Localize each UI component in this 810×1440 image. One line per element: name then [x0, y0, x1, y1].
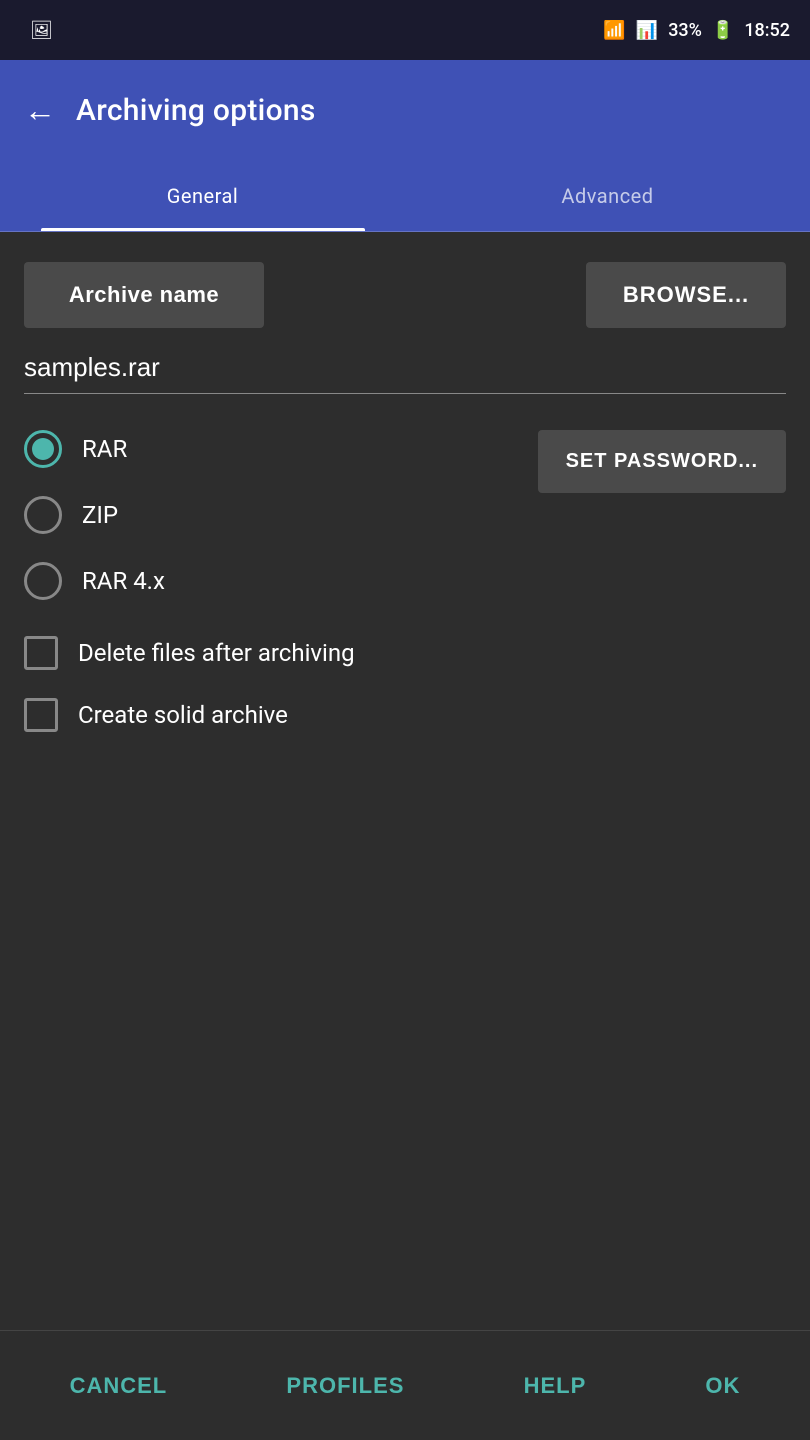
- time-text: 18:52: [744, 20, 790, 41]
- radio-rar[interactable]: RAR: [24, 430, 538, 468]
- radio-circle-zip: [24, 496, 62, 534]
- toolbar: ← Archiving options: [0, 60, 810, 160]
- format-options-section: RAR ZIP RAR 4.x SET PASSWORD...: [24, 430, 786, 600]
- image-icon: 🖼: [30, 20, 53, 41]
- archive-name-button[interactable]: Archive name: [24, 262, 264, 328]
- checkbox-box-delete: [24, 636, 58, 670]
- checkbox-solid-archive[interactable]: Create solid archive: [24, 698, 786, 732]
- main-content: Archive name BROWSE... RAR ZIP RAR 4.x: [0, 232, 810, 732]
- top-buttons-row: Archive name BROWSE...: [24, 262, 786, 328]
- status-bar-right: 📶 📊 33% 🔋 18:52: [603, 20, 790, 41]
- radio-circle-rar4x: [24, 562, 62, 600]
- tab-advanced[interactable]: Advanced: [405, 160, 810, 231]
- status-bar: 🖼 📶 📊 33% 🔋 18:52: [0, 0, 810, 60]
- radio-label-rar: RAR: [82, 435, 127, 463]
- radio-inner-rar: [32, 438, 54, 460]
- browse-button[interactable]: BROWSE...: [586, 262, 786, 328]
- radio-column: RAR ZIP RAR 4.x: [24, 430, 538, 600]
- profiles-button[interactable]: PROFILES: [266, 1357, 424, 1415]
- wifi-icon: 📶: [603, 20, 625, 41]
- cancel-button[interactable]: CANCEL: [50, 1357, 188, 1415]
- checkbox-label-solid: Create solid archive: [78, 701, 288, 729]
- page-title: Archiving options: [76, 93, 316, 128]
- archive-name-input[interactable]: [24, 348, 786, 387]
- checkbox-box-solid: [24, 698, 58, 732]
- battery-icon: 🔋: [712, 20, 734, 41]
- tab-general[interactable]: General: [0, 160, 405, 231]
- set-password-button[interactable]: SET PASSWORD...: [538, 430, 786, 493]
- archive-input-row: [24, 348, 786, 394]
- battery-text: 33%: [668, 20, 702, 41]
- back-button[interactable]: ←: [24, 91, 56, 129]
- radio-label-zip: ZIP: [82, 501, 118, 529]
- radio-circle-rar: [24, 430, 62, 468]
- ok-button[interactable]: OK: [685, 1357, 760, 1415]
- tab-bar: General Advanced: [0, 160, 810, 232]
- bottom-bar: CANCEL PROFILES HELP OK: [0, 1330, 810, 1440]
- radio-rar4x[interactable]: RAR 4.x: [24, 562, 538, 600]
- checkbox-section: Delete files after archiving Create soli…: [24, 636, 786, 732]
- signal-icon: 📊: [636, 20, 658, 41]
- checkbox-label-delete: Delete files after archiving: [78, 639, 355, 667]
- help-button[interactable]: HELP: [504, 1357, 607, 1415]
- status-bar-left: 🖼: [20, 20, 591, 41]
- radio-label-rar4x: RAR 4.x: [82, 567, 165, 595]
- radio-zip[interactable]: ZIP: [24, 496, 538, 534]
- checkbox-delete-files[interactable]: Delete files after archiving: [24, 636, 786, 670]
